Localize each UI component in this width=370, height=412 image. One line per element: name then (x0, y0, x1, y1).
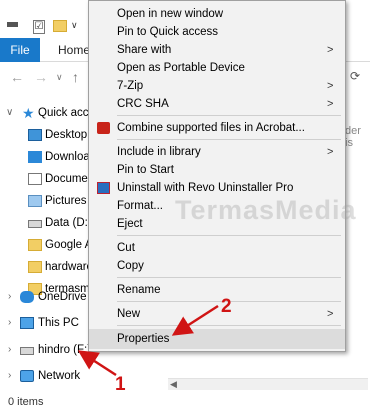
watermark: TermasMedia (175, 195, 357, 225)
menu-item-properties[interactable]: Properties (89, 329, 345, 349)
computer-icon (20, 317, 34, 329)
submenu-arrow-icon: > (327, 98, 334, 110)
content-text: der is (345, 125, 361, 149)
folder-icon (28, 261, 42, 273)
menu-item-label: Share with (117, 44, 172, 56)
file-tab[interactable]: File (0, 38, 40, 62)
desktop-icon (28, 129, 42, 141)
menu-item-cut[interactable]: Cut (89, 239, 345, 257)
step-number-2: 2 (221, 296, 232, 317)
pictures-icon (28, 195, 42, 207)
menu-item-crc-sha[interactable]: CRC SHA > (89, 95, 345, 113)
menu-item-label: Format... (117, 200, 164, 212)
properties-check-icon[interactable]: ☑ (33, 20, 45, 34)
menu-item-label: Combine supported files in Acrobat... (117, 122, 305, 134)
menu-item-pin-quick-access[interactable]: Pin to Quick access (89, 23, 345, 41)
cloud-icon (20, 291, 34, 303)
menu-item-label: Open as Portable Device (117, 62, 245, 74)
menu-item-label: Rename (117, 284, 161, 296)
usb-drive-icon (20, 347, 34, 355)
folder-icon (28, 239, 42, 251)
step-number-1: 1 (115, 374, 126, 395)
chevron-right-icon[interactable]: › (8, 365, 11, 387)
back-arrow-icon[interactable]: ← (10, 62, 24, 92)
menu-item-7zip[interactable]: 7-Zip > (89, 77, 345, 95)
menu-item-label: Eject (117, 218, 143, 230)
recent-dropdown-icon[interactable]: ∨ (56, 62, 63, 92)
sidebar-item-label: OneDrive (38, 291, 87, 303)
scroll-left-icon[interactable]: ◀ (170, 378, 177, 390)
sidebar-item-label: Pictures (45, 195, 87, 207)
drive-icon (28, 220, 42, 228)
menu-item-pin-start[interactable]: Pin to Start (89, 161, 345, 179)
new-folder-icon[interactable] (53, 20, 67, 32)
context-menu: Open in new window Pin to Quick access S… (88, 0, 346, 352)
menu-item-label: New (117, 308, 141, 320)
chevron-right-icon[interactable]: › (8, 286, 11, 308)
menu-item-label: Include in library (117, 146, 201, 158)
sidebar-item-label: hardware (45, 261, 93, 273)
sidebar-item-label: Documen (45, 173, 95, 185)
sidebar-item-label: hindro (F:) (38, 344, 92, 356)
horizontal-scrollbar[interactable] (168, 378, 368, 390)
menu-item-rename[interactable]: Rename (89, 281, 345, 299)
chevron-down-icon[interactable]: ∨ (6, 102, 13, 124)
menu-item-label: Copy (117, 260, 144, 272)
forward-arrow-icon[interactable]: → (34, 62, 48, 92)
up-arrow-icon[interactable]: ↑ (72, 62, 79, 92)
home-tab[interactable]: Home (58, 38, 90, 62)
sidebar-item-label: Network (38, 370, 81, 382)
menu-item-label: CRC SHA (117, 98, 169, 110)
menu-item-label: Properties (117, 333, 170, 345)
menu-separator (117, 277, 341, 278)
menu-separator (117, 139, 341, 140)
submenu-arrow-icon: > (327, 44, 334, 56)
menu-separator (117, 325, 341, 326)
menu-separator (117, 115, 341, 116)
sidebar-item-label: Data (D:) (45, 217, 92, 229)
submenu-arrow-icon: > (327, 146, 334, 158)
menu-item-copy[interactable]: Copy (89, 257, 345, 275)
star-icon: ★ (22, 105, 35, 121)
document-icon (28, 173, 42, 185)
menu-item-combine-acrobat[interactable]: Combine supported files in Acrobat... (89, 119, 345, 137)
sidebar-item-label: This PC (38, 317, 79, 329)
chevron-right-icon[interactable]: › (8, 312, 11, 334)
menu-item-include-library[interactable]: Include in library > (89, 143, 345, 161)
menu-item-label: 7-Zip (117, 80, 144, 92)
menu-item-label: Pin to Start (117, 164, 174, 176)
drive-icon[interactable] (7, 22, 18, 27)
menu-separator (117, 235, 341, 236)
menu-item-new[interactable]: New > (89, 305, 345, 323)
revo-uninstaller-icon (97, 182, 110, 194)
menu-item-open-new-window[interactable]: Open in new window (89, 5, 345, 23)
menu-item-label: Cut (117, 242, 135, 254)
menu-item-share-with[interactable]: Share with > (89, 41, 345, 59)
download-icon (28, 151, 42, 163)
menu-item-label: Pin to Quick access (117, 26, 218, 38)
network-icon (20, 370, 34, 382)
refresh-icon[interactable]: ⟳ (344, 64, 360, 88)
item-count: 0 items (8, 396, 44, 408)
status-bar (0, 396, 370, 412)
sidebar-item-label: Desktop (45, 129, 88, 141)
sidebar-item-network[interactable]: › Network (0, 365, 160, 387)
menu-item-open-portable-device[interactable]: Open as Portable Device (89, 59, 345, 77)
chevron-right-icon[interactable]: › (8, 339, 11, 361)
submenu-arrow-icon: > (327, 308, 334, 320)
acrobat-icon (97, 122, 110, 134)
submenu-arrow-icon: > (327, 80, 334, 92)
menu-item-label: Open in new window (117, 8, 224, 20)
quick-access-toolbar-dropdown-icon[interactable]: ∨ (71, 20, 78, 31)
